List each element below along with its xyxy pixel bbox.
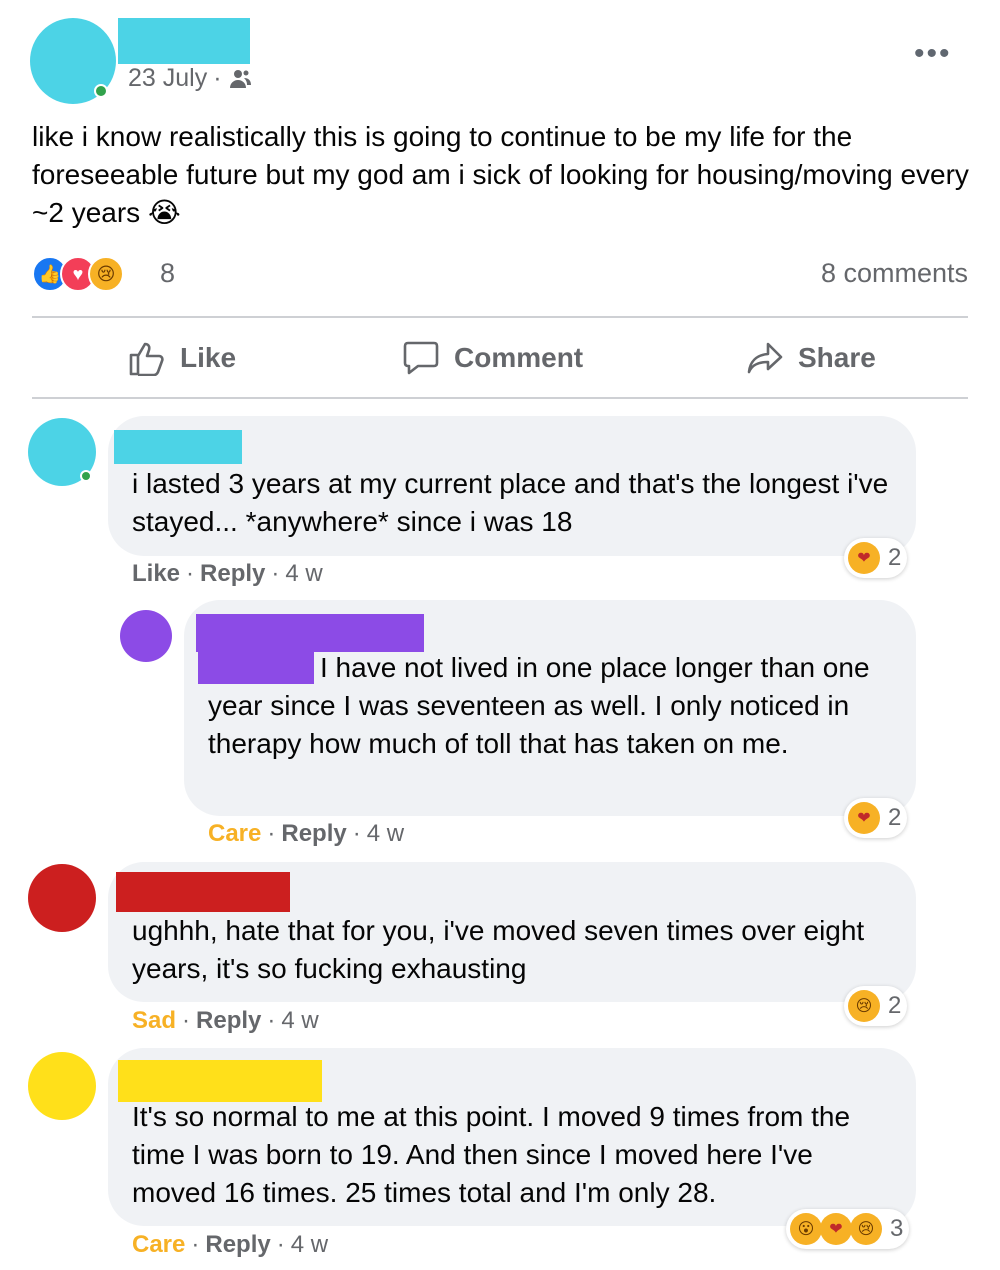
post-date[interactable]: 23 July — [128, 64, 207, 93]
comments-count-link[interactable]: 8 comments — [821, 258, 968, 289]
reactions-bar: 👍 ♥ 😢 8 8 comments — [32, 254, 968, 298]
share-arrow-icon — [747, 342, 783, 374]
comment-avatar[interactable] — [28, 864, 96, 932]
separator: · — [182, 1007, 191, 1034]
reply-text: I have not lived in one place longer tha… — [208, 652, 870, 759]
share-button-label: Share — [798, 342, 876, 373]
separator: · — [267, 1007, 276, 1034]
divider-bottom — [32, 397, 968, 399]
reply-reply-link[interactable]: Reply — [281, 820, 346, 848]
comment-care-link[interactable]: Care — [132, 1231, 185, 1259]
comment-timestamp[interactable]: 4 w — [285, 560, 322, 588]
comment-reaction-count: 2 — [888, 992, 902, 1019]
like-button[interactable]: Like — [128, 336, 236, 380]
comment-timestamp[interactable]: 4 w — [281, 1007, 318, 1035]
care-reaction-icon: ❤ — [820, 1213, 852, 1245]
reply-reactions[interactable]: ❤ 2 — [844, 798, 908, 838]
sad-reaction-icon: 😢 — [850, 1213, 882, 1245]
comment-text: ughhh, hate that for you, i've moved sev… — [132, 915, 865, 984]
separator: · — [352, 820, 361, 847]
comment-button-label: Comment — [454, 342, 584, 373]
care-reaction-icon: ❤ — [848, 802, 880, 834]
commenter-name-redaction[interactable] — [118, 1060, 322, 1102]
comment-text: It's so normal to me at this point. I mo… — [132, 1101, 851, 1208]
post-body-text: like i know realistically this is going … — [32, 121, 969, 228]
reply-actions: Care · Reply · 4 w — [208, 820, 404, 848]
commenter-name-redaction[interactable] — [116, 872, 290, 912]
replier-name-redaction[interactable] — [196, 614, 424, 652]
wow-reaction-icon: 😮 — [790, 1213, 822, 1245]
comment-bubble-icon — [403, 341, 439, 375]
reaction-count[interactable]: 8 — [160, 258, 175, 289]
divider-top — [32, 316, 968, 318]
care-reaction-icon: ❤ — [848, 542, 880, 574]
sad-reaction-icon: 😢 — [848, 990, 880, 1022]
comment-reply-link[interactable]: Reply — [200, 560, 265, 588]
comment-button[interactable]: Comment — [402, 336, 583, 380]
comment-bubble: It's so normal to me at this point. I mo… — [108, 1048, 916, 1226]
online-status-dot — [80, 470, 92, 482]
reply-reaction-count: 2 — [888, 804, 902, 831]
comment-reaction-count: 3 — [890, 1215, 904, 1242]
reply-timestamp[interactable]: 4 w — [367, 820, 404, 848]
meta-separator: · — [213, 64, 222, 92]
post-meta: 23 July · — [128, 64, 252, 93]
reply-bubble: I have not lived in one place longer tha… — [184, 600, 916, 816]
friends-icon — [229, 69, 251, 88]
comment-reactions[interactable]: 😢 2 — [844, 986, 908, 1026]
separator: · — [271, 560, 280, 587]
comment-like-link[interactable]: Like — [132, 560, 180, 588]
reply-avatar[interactable] — [120, 610, 172, 662]
comment-reactions[interactable]: 😮 ❤ 😢 3 — [786, 1209, 910, 1249]
sad-reaction-icon: 😢 — [88, 256, 124, 292]
commenter-name-redaction[interactable] — [114, 430, 242, 464]
comment-timestamp[interactable]: 4 w — [291, 1231, 328, 1259]
separator: · — [191, 1231, 200, 1258]
reply-care-link[interactable]: Care — [208, 820, 261, 848]
comment-actions: Like · Reply · 4 w — [132, 560, 323, 588]
comment-actions: Care · Reply · 4 w — [132, 1231, 328, 1259]
share-button[interactable]: Share — [746, 336, 876, 380]
online-status-dot — [94, 84, 108, 98]
comment-actions: Sad · Reply · 4 w — [132, 1007, 319, 1035]
comment-bubble: i lasted 3 years at my current place and… — [108, 416, 916, 556]
author-name-redaction[interactable] — [118, 18, 250, 64]
like-button-label: Like — [180, 342, 237, 373]
post-header: 23 July · ••• — [0, 0, 1000, 110]
separator: · — [276, 1231, 285, 1258]
comment-sad-link[interactable]: Sad — [132, 1007, 176, 1035]
comment-avatar[interactable] — [28, 1052, 96, 1120]
more-options-icon[interactable]: ••• — [914, 39, 952, 69]
comment-reply-link[interactable]: Reply — [196, 1007, 261, 1035]
reaction-summary[interactable]: 👍 ♥ 😢 — [32, 256, 124, 292]
comment-text: i lasted 3 years at my current place and… — [132, 468, 889, 537]
comment-reply-link[interactable]: Reply — [205, 1231, 270, 1259]
separator: · — [267, 820, 276, 847]
comment-reactions[interactable]: ❤ 2 — [844, 538, 908, 578]
separator: · — [186, 560, 195, 587]
comment-bubble: ughhh, hate that for you, i've moved sev… — [108, 862, 916, 1002]
comment-reaction-count: 2 — [888, 544, 902, 571]
thumbs-up-icon — [129, 342, 164, 376]
